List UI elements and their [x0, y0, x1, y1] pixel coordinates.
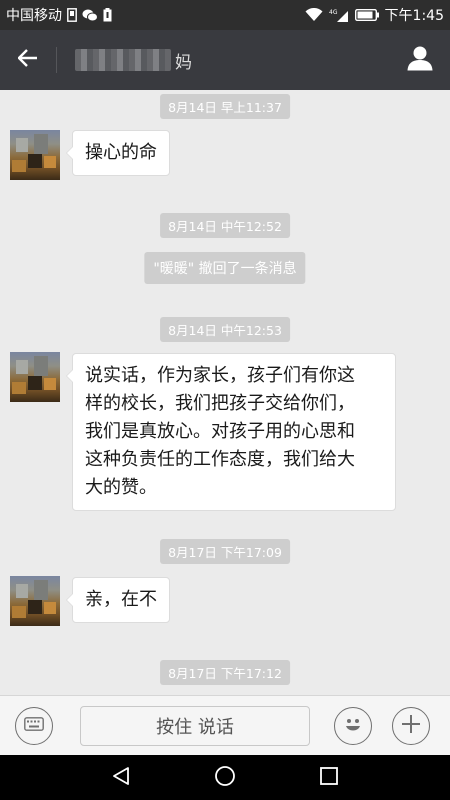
message-line: 这种负责任的工作态度，我们给大 [85, 449, 355, 470]
emoji-button[interactable] [334, 706, 372, 745]
clock: 下午1:45 [384, 8, 444, 24]
timestamp: 8月17日 下午17:09 [160, 539, 290, 564]
message-bubble[interactable]: 亲，在不 [66, 577, 170, 623]
timestamp: 8月14日 早上11:37 [160, 94, 290, 119]
name-redaction [75, 49, 171, 71]
timestamp: 8月17日 下午17:12 [160, 660, 290, 685]
timestamp: 8月14日 中午12:52 [160, 213, 290, 238]
timestamp: 8月14日 中午12:53 [160, 317, 290, 342]
wechat-icon [82, 9, 98, 22]
avatar[interactable] [10, 130, 60, 180]
chat-header: 妈 [0, 30, 450, 90]
hold-to-talk-button[interactable]: 按住 说话 [80, 705, 310, 746]
recents-square-icon[interactable] [319, 766, 339, 790]
chat-area[interactable]: 8月14日 早上11:37 操心的命 8月14日 中午12:52 "暖暖" 撤回… [0, 90, 450, 695]
input-bar: 按住 说话 [0, 695, 450, 755]
status-bar: 中国移动 4G 下午1:45 [0, 0, 450, 30]
message-line: 说实话，作为家长，孩子们有你这 [85, 365, 355, 386]
battery-icon [354, 9, 379, 21]
contact-name-visible: 妈 [175, 52, 192, 73]
message-line: 样的校长，我们把孩子交给你们， [85, 393, 355, 414]
emoji-icon [340, 711, 366, 741]
carrier-label: 中国移动 [6, 8, 62, 24]
signal-icon: 4G [329, 8, 349, 22]
keyboard-icon [24, 716, 44, 735]
keyboard-toggle-button[interactable] [15, 706, 53, 745]
sim-icon [67, 8, 77, 22]
battery-saver-icon [103, 8, 112, 22]
wifi-icon [305, 8, 323, 22]
message-line: 大的赞。 [85, 477, 157, 498]
avatar[interactable] [10, 576, 60, 626]
recall-notice: "暖暖" 撤回了一条消息 [144, 252, 306, 284]
avatar[interactable] [10, 352, 60, 402]
system-nav-bar [0, 755, 450, 800]
back-triangle-icon[interactable] [111, 766, 131, 790]
contact-name: 妈 [75, 48, 192, 73]
header-divider [56, 47, 57, 73]
back-arrow-icon [17, 49, 38, 71]
chat-info-button[interactable] [390, 30, 450, 90]
home-circle-icon[interactable] [214, 765, 236, 791]
message-bubble[interactable]: 说实话，作为家长，孩子们有你这 样的校长，我们把孩子交给你们， 我们是真放心。对… [66, 353, 396, 511]
plus-icon [401, 714, 421, 738]
message-line: 我们是真放心。对孩子用的心思和 [85, 421, 355, 442]
more-button[interactable] [392, 706, 430, 745]
person-icon [407, 45, 433, 75]
message-bubble[interactable]: 操心的命 [66, 130, 170, 176]
network-type-label: 4G [329, 9, 338, 16]
back-button[interactable] [0, 30, 56, 90]
